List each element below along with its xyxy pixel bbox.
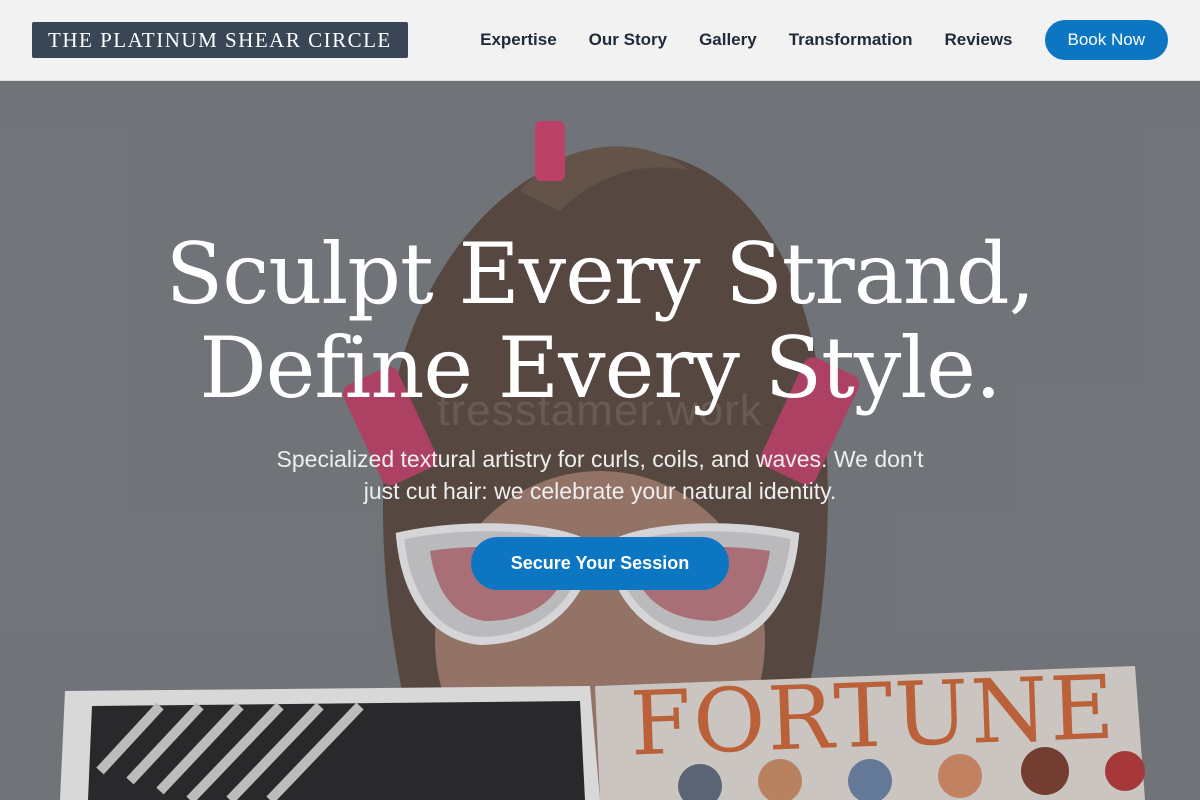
hero-section: FORTUNE tresstamer.work Sculpt Every Str… xyxy=(0,81,1200,800)
hero-subtext: Specialized textural artistry for curls,… xyxy=(276,446,924,504)
brand-logo[interactable]: THE PLATINUM SHEAR CIRCLE xyxy=(32,22,408,58)
hero-content: Sculpt Every Strand, Define Every Style.… xyxy=(0,227,1200,590)
nav-link-reviews[interactable]: Reviews xyxy=(944,30,1012,50)
headline-line-1: Sculpt Every Strand, xyxy=(165,225,1036,323)
secure-session-label: Secure Your Session xyxy=(510,553,690,573)
headline-line-2: Define Every Style. xyxy=(199,319,1001,417)
secure-session-button[interactable]: Secure Your Session xyxy=(470,537,730,590)
nav-right: Expertise Our Story Gallery Transformati… xyxy=(480,20,1168,60)
book-now-label: Book Now xyxy=(1067,30,1145,49)
nav-link-expertise[interactable]: Expertise xyxy=(480,30,557,50)
nav-link-transformation[interactable]: Transformation xyxy=(789,30,913,50)
nav-link-gallery[interactable]: Gallery xyxy=(699,30,757,50)
site-header: THE PLATINUM SHEAR CIRCLE Expertise Our … xyxy=(0,0,1200,81)
book-now-button[interactable]: Book Now xyxy=(1044,20,1168,60)
nav-link-our-story[interactable]: Our Story xyxy=(589,30,667,50)
brand-name: THE PLATINUM SHEAR CIRCLE xyxy=(48,27,392,52)
main-nav: Expertise Our Story Gallery Transformati… xyxy=(480,30,1044,50)
hero-headline: Sculpt Every Strand, Define Every Style. xyxy=(0,227,1200,415)
